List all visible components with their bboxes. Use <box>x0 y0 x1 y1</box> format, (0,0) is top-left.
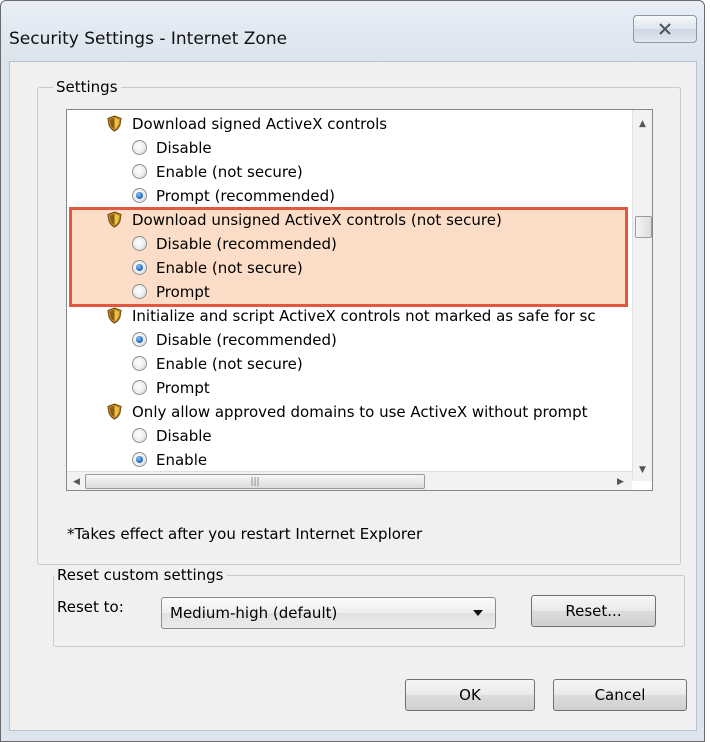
radio-button[interactable] <box>132 332 147 347</box>
setting-heading-label: Only allow approved domains to use Activ… <box>132 402 588 421</box>
radio-option[interactable]: Enable (not secure) <box>132 256 303 279</box>
setting-heading-label: Download unsigned ActiveX controls (not … <box>132 210 502 229</box>
radio-option-label: Disable <box>156 426 212 445</box>
setting-heading: Initialize and script ActiveX controls n… <box>106 304 596 327</box>
horizontal-scroll-thumb[interactable]: ||| <box>85 474 425 489</box>
radio-option-label: Enable (not secure) <box>156 354 303 373</box>
radio-button[interactable] <box>132 284 147 299</box>
reset-button-label: Reset... <box>565 602 622 620</box>
radio-option-label: Disable (recommended) <box>156 330 337 349</box>
cancel-button[interactable]: Cancel <box>553 679 687 711</box>
radio-option[interactable]: Disable (recommended) <box>132 232 337 255</box>
radio-option-label: Prompt <box>156 282 210 301</box>
radio-button[interactable] <box>132 188 147 203</box>
activex-shield-icon <box>107 307 122 324</box>
close-button[interactable] <box>633 15 697 43</box>
radio-button[interactable] <box>132 428 147 443</box>
activex-shield-icon <box>107 115 122 132</box>
radio-option[interactable]: Disable <box>132 136 212 159</box>
radio-option-label: Prompt (recommended) <box>156 186 336 205</box>
reset-to-label: Reset to: <box>57 598 124 616</box>
vertical-scroll-thumb[interactable] <box>635 216 652 238</box>
radio-option[interactable]: Prompt <box>132 376 210 399</box>
activex-shield-icon <box>107 403 122 420</box>
radio-option[interactable]: Disable (recommended) <box>132 328 337 351</box>
setting-heading-label: Download signed ActiveX controls <box>132 114 388 133</box>
ok-button-label: OK <box>459 686 481 704</box>
reset-level-select[interactable]: Medium-high (default) <box>161 597 496 629</box>
radio-button[interactable] <box>132 164 147 179</box>
ok-button[interactable]: OK <box>405 679 535 711</box>
radio-button[interactable] <box>132 452 147 467</box>
radio-option[interactable]: Disable <box>132 424 212 447</box>
scroll-up-arrow-icon[interactable]: ▲ <box>633 114 652 133</box>
close-icon <box>659 23 671 35</box>
radio-option[interactable]: Enable <box>132 448 207 471</box>
settings-group-label: Settings <box>53 78 121 96</box>
activex-shield-icon <box>107 211 122 228</box>
scroll-left-arrow-icon[interactable]: ◀ <box>67 472 86 491</box>
setting-heading: Only allow approved domains to use Activ… <box>106 400 588 423</box>
window-title: Security Settings - Internet Zone <box>9 29 288 49</box>
radio-button[interactable] <box>132 260 147 275</box>
radio-option-label: Disable (recommended) <box>156 234 337 253</box>
setting-heading: Download signed ActiveX controls <box>106 112 387 135</box>
radio-option-label: Enable (not secure) <box>156 258 303 277</box>
reset-button[interactable]: Reset... <box>531 595 656 627</box>
radio-button[interactable] <box>132 236 147 251</box>
reset-level-value: Medium-high (default) <box>170 604 338 622</box>
radio-option-label: Disable <box>156 138 212 157</box>
horizontal-scrollbar[interactable]: ◀ ||| ▶ <box>67 471 632 490</box>
security-settings-dialog: Security Settings - Internet Zone Settin… <box>0 0 705 742</box>
setting-heading-label: Initialize and script ActiveX controls n… <box>132 306 596 325</box>
chevron-down-icon <box>473 610 483 616</box>
radio-button[interactable] <box>132 380 147 395</box>
vertical-scrollbar[interactable]: ▲ ▼ <box>632 110 652 481</box>
setting-heading: Download unsigned ActiveX controls (not … <box>106 208 502 231</box>
radio-option[interactable]: Enable (not secure) <box>132 160 303 183</box>
restart-note: *Takes effect after you restart Internet… <box>67 525 423 543</box>
title-bar[interactable]: Security Settings - Internet Zone <box>1 1 704 59</box>
radio-option-label: Enable (not secure) <box>156 162 303 181</box>
radio-option-label: Prompt <box>156 378 210 397</box>
radio-button[interactable] <box>132 356 147 371</box>
settings-tree[interactable]: Download signed ActiveX controls Disable E… <box>66 109 653 491</box>
radio-option[interactable]: Enable (not secure) <box>132 352 303 375</box>
reset-group-label: Reset custom settings <box>54 566 227 584</box>
radio-option-label: Enable <box>156 450 208 469</box>
radio-button[interactable] <box>132 140 147 155</box>
scroll-down-arrow-icon[interactable]: ▼ <box>633 460 652 479</box>
radio-option[interactable]: Prompt <box>132 280 210 303</box>
radio-option[interactable]: Prompt (recommended) <box>132 184 335 207</box>
scroll-right-arrow-icon[interactable]: ▶ <box>611 472 630 491</box>
cancel-button-label: Cancel <box>594 686 646 704</box>
